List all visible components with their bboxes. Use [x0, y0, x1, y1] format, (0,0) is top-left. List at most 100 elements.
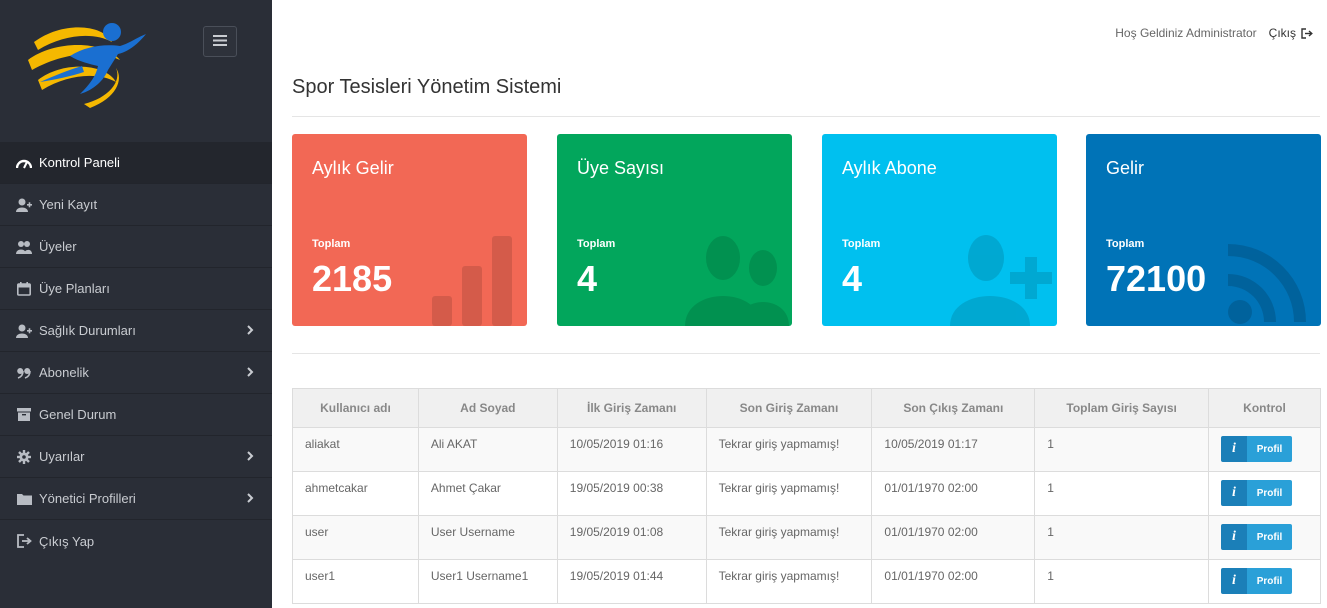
users-icon [16, 240, 32, 254]
card-label: Toplam [312, 238, 351, 250]
gear-icon [16, 449, 32, 464]
user-plus-icon [16, 324, 32, 338]
sidebar-item-label: Kontrol Paneli [39, 155, 120, 170]
sidebar-item-yeni-kayit[interactable]: Yeni Kayıt [0, 184, 272, 226]
bar-chart-icon [432, 236, 512, 326]
info-icon: i [1221, 436, 1247, 462]
stat-card-uye-sayisi: Üye Sayısı Toplam 4 [557, 134, 792, 326]
sidebar-item-uye-planlari[interactable]: Üye Planları [0, 268, 272, 310]
profile-button[interactable]: i Profil [1221, 480, 1292, 506]
cell-last-logout: 01/01/1970 02:00 [871, 515, 1036, 560]
card-value: 2185 [312, 258, 393, 299]
cell-first-login: 19/05/2019 00:38 [556, 471, 707, 516]
cell-fullname: Ali AKAT [417, 427, 558, 472]
sidebar-item-label: Üye Planları [39, 281, 110, 296]
archive-icon [16, 408, 32, 422]
column-header: Kontrol [1208, 388, 1321, 428]
folder-icon [16, 492, 32, 506]
column-header[interactable]: Son Giriş Zamanı [705, 388, 873, 428]
table-row: ahmetcakar Ahmet Çakar 19/05/2019 00:38 … [292, 471, 1321, 516]
cell-first-login: 19/05/2019 01:44 [556, 559, 707, 604]
user-plus-icon [950, 235, 1052, 326]
sidebar-item-uyeler[interactable]: Üyeler [0, 226, 272, 268]
profile-button[interactable]: i Profil [1221, 436, 1292, 462]
profile-button[interactable]: i Profil [1221, 524, 1292, 550]
chevron-right-icon [247, 366, 254, 380]
cell-fullname: User1 Username1 [417, 559, 558, 604]
cell-login-count: 1 [1034, 471, 1209, 516]
stat-card-gelir: Gelir Toplam 72100 [1086, 134, 1321, 326]
sidebar-menu: Kontrol Paneli Yeni Kayıt Üyeler Üye Pla… [0, 142, 272, 562]
sidebar-item-label: Yeni Kayıt [39, 197, 98, 212]
welcome-text: Hoş Geldiniz Administrator [1115, 26, 1257, 40]
sidebar-item-saglik-durumlari[interactable]: Sağlık Durumları [0, 310, 272, 352]
table-row: user1 User1 Username1 19/05/2019 01:44 T… [292, 559, 1321, 604]
profile-button[interactable]: i Profil [1221, 568, 1292, 594]
hamburger-icon [213, 33, 227, 51]
card-title: Aylık Abone [842, 158, 937, 178]
dashboard-icon [16, 156, 32, 170]
cell-username: user [292, 515, 419, 560]
logout-link[interactable]: Çıkış [1269, 26, 1313, 40]
stat-card-aylik-abone: Aylık Abone Toplam 4 [822, 134, 1057, 326]
sidebar-item-cikis-yap[interactable]: Çıkış Yap [0, 520, 272, 562]
main-content: Hoş Geldiniz Administrator Çıkış Spor Te… [272, 0, 1327, 608]
users-icon [685, 236, 789, 326]
sidebar-item-label: Üyeler [39, 239, 77, 254]
rss-icon [1228, 244, 1306, 324]
cell-last-logout: 01/01/1970 02:00 [871, 559, 1036, 604]
sidebar-item-genel-durum[interactable]: Genel Durum [0, 394, 272, 436]
cell-username: aliakat [292, 427, 419, 472]
info-icon: i [1221, 480, 1247, 506]
sidebar-item-uyarilar[interactable]: Uyarılar [0, 436, 272, 478]
cell-last-login: Tekrar giriş yapmamış! [705, 559, 873, 604]
chevron-right-icon [247, 492, 254, 506]
sidebar-item-abonelik[interactable]: Abonelik [0, 352, 272, 394]
sign-out-icon [1301, 27, 1313, 39]
profile-button-label: Profil [1247, 524, 1292, 550]
cell-last-login: Tekrar giriş yapmamış! [705, 515, 873, 560]
sidebar-item-label: Sağlık Durumları [39, 323, 136, 338]
cell-first-login: 19/05/2019 01:08 [556, 515, 707, 560]
chevron-right-icon [247, 324, 254, 338]
sidebar: Kontrol Paneli Yeni Kayıt Üyeler Üye Pla… [0, 0, 272, 608]
cell-login-count: 1 [1034, 559, 1209, 604]
cell-last-logout: 01/01/1970 02:00 [871, 471, 1036, 516]
card-value: 4 [842, 258, 863, 299]
card-title: Üye Sayısı [577, 158, 665, 178]
sidebar-item-label: Yönetici Profilleri [39, 491, 136, 506]
cell-username: ahmetcakar [292, 471, 419, 516]
cell-control: i Profil [1208, 515, 1321, 560]
menu-toggle-button[interactable] [203, 26, 237, 57]
sidebar-item-label: Çıkış Yap [39, 533, 95, 549]
profile-button-label: Profil [1247, 480, 1292, 506]
sidebar-item-label: Abonelik [39, 365, 89, 380]
column-header[interactable]: Toplam Giriş Sayısı [1034, 388, 1209, 428]
column-header[interactable]: Son Çıkış Zamanı [871, 388, 1036, 428]
column-header[interactable]: Kullanıcı adı [292, 388, 419, 428]
logout-label: Çıkış [1268, 26, 1296, 40]
card-value: 4 [577, 258, 598, 299]
table-row: aliakat Ali AKAT 10/05/2019 01:16 Tekrar… [292, 427, 1321, 472]
profile-button-label: Profil [1247, 568, 1292, 594]
card-title: Aylık Gelir [312, 158, 394, 178]
divider [292, 116, 1320, 117]
info-icon: i [1221, 568, 1247, 594]
column-header[interactable]: İlk Giriş Zamanı [556, 388, 707, 428]
column-header[interactable]: Ad Soyad [417, 388, 558, 428]
cell-first-login: 10/05/2019 01:16 [556, 427, 707, 472]
card-label: Toplam [577, 238, 616, 250]
quote-icon [16, 366, 32, 380]
sidebar-item-kontrol-paneli[interactable]: Kontrol Paneli [0, 142, 272, 184]
sidebar-item-yonetici-profilleri[interactable]: Yönetici Profilleri [0, 478, 272, 520]
cell-last-logout: 10/05/2019 01:17 [871, 427, 1036, 472]
card-label: Toplam [1106, 238, 1145, 250]
sports-runner-logo[interactable] [24, 20, 150, 110]
cell-control: i Profil [1208, 559, 1321, 604]
card-value: 72100 [1106, 258, 1207, 299]
cell-login-count: 1 [1034, 427, 1209, 472]
sidebar-item-label: Genel Durum [39, 407, 117, 422]
divider [292, 353, 1320, 354]
card-title: Gelir [1106, 158, 1145, 178]
page-title: Spor Tesisleri Yönetim Sistemi [292, 76, 562, 98]
